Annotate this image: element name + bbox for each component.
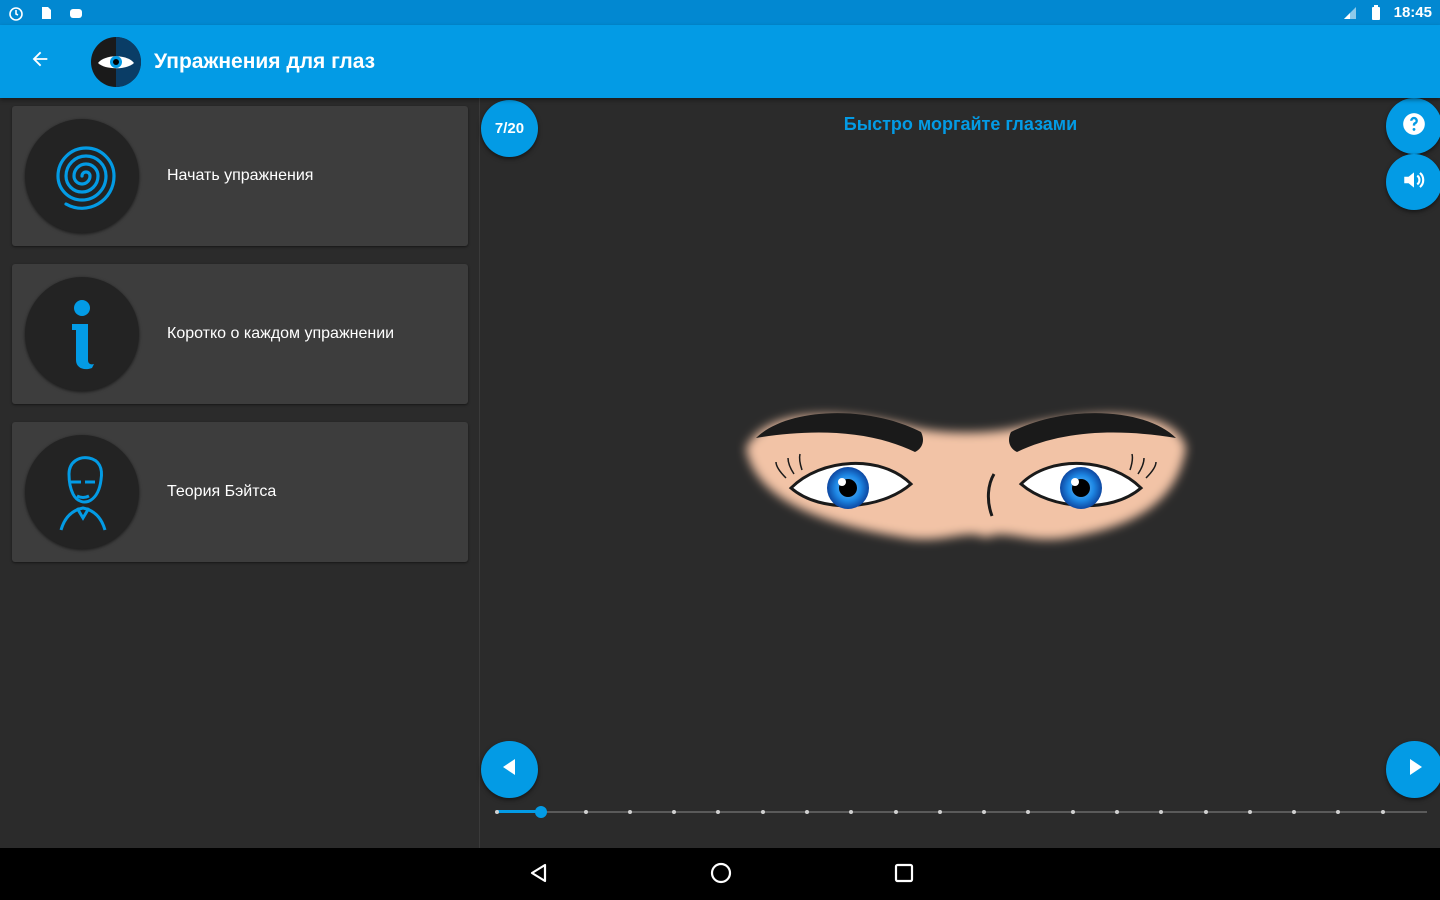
square-recents-icon: [893, 862, 915, 889]
progress-dot: [1292, 810, 1296, 814]
menu-panel: Начать упражнения Коротко о каждом упраж…: [0, 98, 480, 848]
back-button[interactable]: [0, 25, 80, 98]
progress-dot: [672, 810, 676, 814]
arrow-left-icon: [498, 755, 522, 784]
exercise-title: Быстро моргайте глазами: [843, 114, 1078, 134]
progress-dot: [1026, 810, 1030, 814]
progress-dot: [1248, 810, 1252, 814]
progress-dot: [628, 810, 632, 814]
menu-item-label: Теория Бэйтса: [167, 483, 277, 500]
help-icon: [1401, 111, 1427, 142]
progress-thumb[interactable]: [535, 806, 547, 818]
spiral-icon: [25, 119, 139, 233]
progress-dot: [495, 810, 499, 814]
progress-dot: [805, 810, 809, 814]
progress-dot: [1115, 810, 1119, 814]
system-navigation-bar: [0, 848, 1440, 900]
app-bar: Упражнения для глаз: [0, 25, 1440, 98]
progress-dot: [1381, 810, 1385, 814]
progress-dot: [1071, 810, 1075, 814]
progress-dot: [849, 810, 853, 814]
status-right: 18:45: [1342, 4, 1432, 21]
progress-dot: [982, 810, 986, 814]
menu-item-label: Начать упражнения: [167, 167, 314, 184]
menu-item-label: Коротко о каждом упражнении: [167, 325, 395, 342]
progress-dot: [894, 810, 898, 814]
sound-button[interactable]: [1386, 154, 1440, 210]
bates-portrait-icon: [25, 435, 139, 549]
app-title: Упражнения для глаз: [154, 49, 376, 73]
sd-card-icon: [38, 5, 54, 21]
notification-icon: [68, 5, 84, 21]
arrow-back-icon: [29, 48, 51, 75]
alarm-icon: [8, 5, 24, 21]
menu-item-about-exercises[interactable]: Коротко о каждом упражнении: [12, 264, 468, 404]
progress-dot: [938, 810, 942, 814]
system-recents-button[interactable]: [887, 858, 921, 892]
eye-logo-icon: [90, 36, 142, 88]
previous-exercise-button[interactable]: [481, 741, 538, 798]
progress-dot: [761, 810, 765, 814]
info-icon: [25, 277, 139, 391]
battery-icon: [1368, 4, 1384, 21]
system-back-button[interactable]: [522, 858, 556, 892]
eyes-illustration: [736, 388, 1196, 558]
progress-dot: [584, 810, 588, 814]
menu-item-start-exercises[interactable]: Начать упражнения: [12, 106, 468, 246]
status-time: 18:45: [1393, 4, 1432, 21]
menu-item-bates-theory[interactable]: Теория Бэйтса: [12, 422, 468, 562]
next-exercise-button[interactable]: [1386, 741, 1440, 798]
progress-dot: [1159, 810, 1163, 814]
circle-home-icon: [709, 861, 733, 890]
status-left-icons: [8, 5, 84, 21]
status-bar: 18:45: [0, 0, 1440, 25]
volume-icon: [1401, 167, 1427, 198]
exercise-progress[interactable]: [495, 806, 1427, 818]
system-home-button[interactable]: [704, 858, 738, 892]
arrow-right-icon: [1403, 755, 1427, 784]
progress-dot: [716, 810, 720, 814]
progress-track: [497, 811, 1427, 813]
help-button[interactable]: [1386, 98, 1440, 154]
progress-dot: [1204, 810, 1208, 814]
triangle-back-icon: [528, 862, 550, 889]
progress-dot: [1336, 810, 1340, 814]
signal-icon: [1342, 5, 1358, 21]
exercise-view: 7/20 Быстро моргайте глазами: [481, 98, 1440, 848]
